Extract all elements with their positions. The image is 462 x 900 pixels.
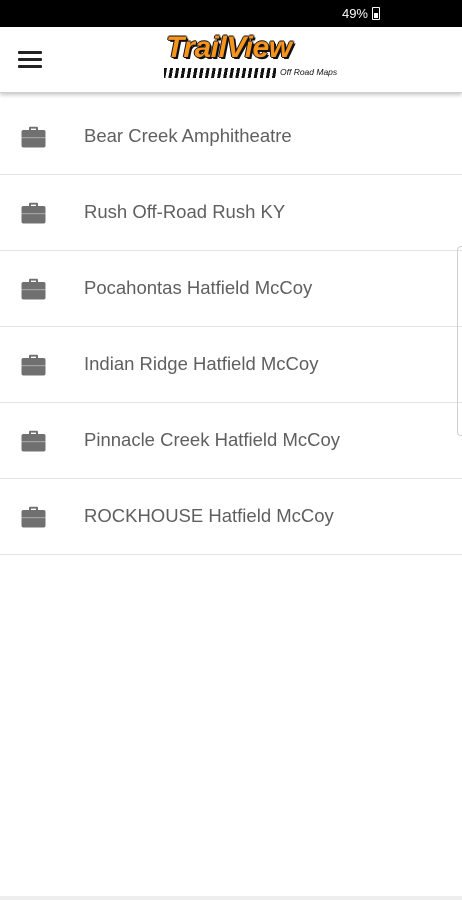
tire-tread-graphic bbox=[164, 68, 276, 78]
trail-name: ROCKHOUSE Hatfield McCoy bbox=[84, 505, 334, 526]
briefcase-icon bbox=[21, 506, 46, 528]
list-item[interactable]: Pinnacle Creek Hatfield McCoy bbox=[0, 403, 462, 479]
scroll-indicator[interactable] bbox=[457, 246, 462, 436]
status-indicators: 49% bbox=[342, 6, 380, 21]
list-item[interactable]: ROCKHOUSE Hatfield McCoy bbox=[0, 479, 462, 555]
briefcase-icon bbox=[21, 278, 46, 300]
bottom-edge bbox=[0, 896, 462, 900]
list-item[interactable]: Bear Creek Amphitheatre bbox=[0, 99, 462, 175]
list-item[interactable]: Rush Off-Road Rush KY bbox=[0, 175, 462, 251]
trail-name: Indian Ridge Hatfield McCoy bbox=[84, 353, 319, 374]
briefcase-icon bbox=[21, 430, 46, 452]
briefcase-icon bbox=[21, 354, 46, 376]
trail-name: Bear Creek Amphitheatre bbox=[84, 125, 292, 146]
trail-name: Pocahontas Hatfield McCoy bbox=[84, 277, 313, 298]
trail-list: Bear Creek Amphitheatre Rush Off-Road Ru… bbox=[0, 99, 462, 555]
battery-icon bbox=[372, 7, 380, 20]
briefcase-icon bbox=[21, 126, 46, 148]
briefcase-icon bbox=[21, 202, 46, 224]
trail-name: Pinnacle Creek Hatfield McCoy bbox=[84, 429, 341, 450]
trail-name: Rush Off-Road Rush KY bbox=[84, 201, 286, 222]
app-bar: TrailView Off Road Maps bbox=[0, 27, 462, 93]
list-item[interactable]: Pocahontas Hatfield McCoy bbox=[0, 251, 462, 327]
trailview-logo: TrailView Off Road Maps bbox=[162, 31, 354, 87]
status-bar: 49% bbox=[0, 0, 462, 27]
list-item[interactable]: Indian Ridge Hatfield McCoy bbox=[0, 327, 462, 403]
battery-percentage: 49% bbox=[341, 6, 368, 21]
logo-subtitle: Off Road Maps bbox=[280, 67, 338, 77]
logo-title: TrailView bbox=[166, 31, 292, 64]
hamburger-menu-icon[interactable] bbox=[14, 47, 46, 73]
